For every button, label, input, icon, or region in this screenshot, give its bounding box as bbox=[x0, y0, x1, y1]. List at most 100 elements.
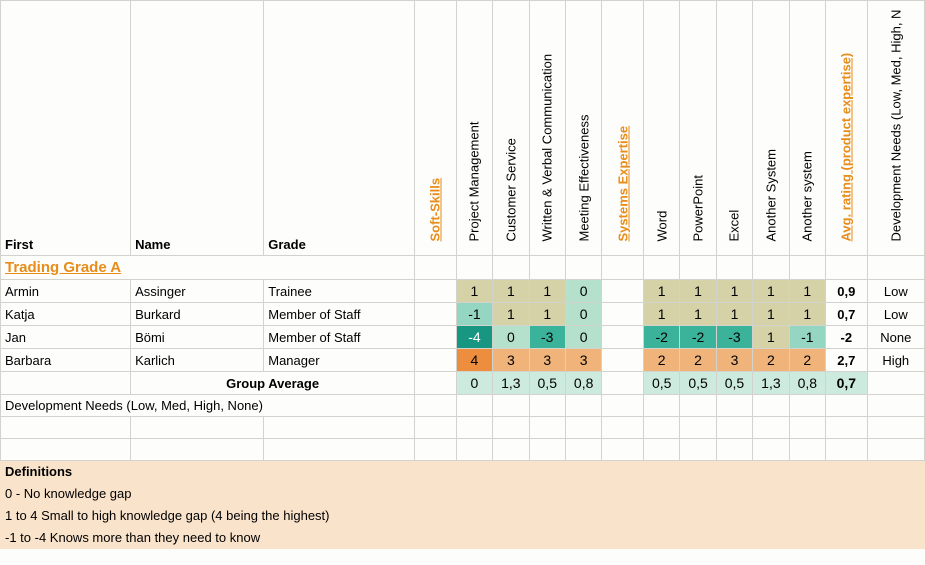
definitions-title-row: Definitions bbox=[1, 461, 925, 483]
cell-value[interactable]: 2 bbox=[680, 349, 716, 372]
cell-value[interactable]: 0 bbox=[493, 326, 529, 349]
cell-value[interactable]: -1 bbox=[456, 303, 492, 326]
cell-grade[interactable]: Manager bbox=[264, 349, 415, 372]
table-row: Barbara Karlich Manager 4 3 3 3 2 2 3 2 … bbox=[1, 349, 925, 372]
cell-name[interactable]: Assinger bbox=[131, 280, 264, 303]
cell-value[interactable]: 3 bbox=[565, 349, 601, 372]
cell-grade[interactable]: Trainee bbox=[264, 280, 415, 303]
cell-value[interactable]: 0 bbox=[565, 326, 601, 349]
col-customer-service: Customer Service bbox=[493, 1, 529, 256]
definitions-text: 1 to 4 Small to high knowledge gap (4 be… bbox=[1, 505, 602, 527]
col-powerpoint: PowerPoint bbox=[680, 1, 716, 256]
cell-value[interactable]: 1 bbox=[493, 303, 529, 326]
cell-avg-value[interactable]: 0,5 bbox=[680, 372, 716, 395]
col-word: Word bbox=[643, 1, 679, 256]
group-average-row: Group Average 0 1,3 0,5 0,8 0,5 0,5 0,5 … bbox=[1, 372, 925, 395]
cell-value[interactable]: 1 bbox=[643, 280, 679, 303]
cell-value[interactable]: 1 bbox=[753, 303, 789, 326]
definitions-text: 0 - No knowledge gap bbox=[1, 483, 457, 505]
empty-row bbox=[1, 439, 925, 461]
cell-avg-value[interactable]: 0,8 bbox=[789, 372, 825, 395]
cell-avg[interactable]: 2,7 bbox=[826, 349, 868, 372]
cell-avg[interactable]: 0,7 bbox=[826, 303, 868, 326]
cell-value[interactable]: -2 bbox=[643, 326, 679, 349]
definitions-line: 0 - No knowledge gap bbox=[1, 483, 925, 505]
cell-value[interactable]: 4 bbox=[456, 349, 492, 372]
col-another-system-1: Another System bbox=[753, 1, 789, 256]
cell-avg-total[interactable]: 0,7 bbox=[826, 372, 868, 395]
col-first: First bbox=[1, 1, 131, 256]
cell-value[interactable]: 1 bbox=[529, 280, 565, 303]
table-row: Jan Bömi Member of Staff -4 0 -3 0 -2 -2… bbox=[1, 326, 925, 349]
dev-needs-row: Development Needs (Low, Med, High, None) bbox=[1, 395, 925, 417]
cell-value[interactable]: 2 bbox=[643, 349, 679, 372]
header-row: First Name Grade Soft-Skills Project Man… bbox=[1, 1, 925, 256]
cell-avg-value[interactable]: 0,5 bbox=[716, 372, 752, 395]
cell-value[interactable]: 1 bbox=[680, 303, 716, 326]
col-written-verbal: Written & Verbal Communication bbox=[529, 1, 565, 256]
cell-value[interactable]: 1 bbox=[753, 280, 789, 303]
definitions-title: Definitions bbox=[1, 461, 415, 483]
cell-need[interactable]: None bbox=[867, 326, 924, 349]
cell-avg-value[interactable]: 0,5 bbox=[643, 372, 679, 395]
cell-avg[interactable]: 0,9 bbox=[826, 280, 868, 303]
cell-avg-value[interactable]: 0,8 bbox=[565, 372, 601, 395]
cell-name[interactable]: Karlich bbox=[131, 349, 264, 372]
col-soft-skills: Soft-Skills bbox=[415, 1, 457, 256]
group-average-label: Group Average bbox=[131, 372, 415, 395]
cell-value[interactable]: 1 bbox=[493, 280, 529, 303]
cell-value[interactable]: 3 bbox=[493, 349, 529, 372]
cell-value[interactable]: 0 bbox=[565, 303, 601, 326]
cell-value[interactable]: 1 bbox=[753, 326, 789, 349]
cell-need[interactable]: High bbox=[867, 349, 924, 372]
empty-row bbox=[1, 417, 925, 439]
cell-value[interactable]: 2 bbox=[789, 349, 825, 372]
cell-value[interactable]: 2 bbox=[753, 349, 789, 372]
col-dev-needs: Development Needs (Low, Med, High, N bbox=[867, 1, 924, 256]
col-name: Name bbox=[131, 1, 264, 256]
cell-value[interactable]: -4 bbox=[456, 326, 492, 349]
cell-value[interactable]: 1 bbox=[529, 303, 565, 326]
cell-value[interactable]: -3 bbox=[716, 326, 752, 349]
cell-first[interactable]: Barbara bbox=[1, 349, 131, 372]
cell-need[interactable]: Low bbox=[867, 303, 924, 326]
cell-value[interactable]: -3 bbox=[529, 326, 565, 349]
cell-value[interactable]: 1 bbox=[789, 280, 825, 303]
cell-grade[interactable]: Member of Staff bbox=[264, 303, 415, 326]
cell-avg-value[interactable]: 1,3 bbox=[493, 372, 529, 395]
col-excel: Excel bbox=[716, 1, 752, 256]
cell-value[interactable]: -1 bbox=[789, 326, 825, 349]
definitions-line: 1 to 4 Small to high knowledge gap (4 be… bbox=[1, 505, 925, 527]
cell-value[interactable]: 1 bbox=[716, 303, 752, 326]
cell-avg-value[interactable]: 0,5 bbox=[529, 372, 565, 395]
cell-value[interactable]: 0 bbox=[565, 280, 601, 303]
cell-first[interactable]: Jan bbox=[1, 326, 131, 349]
cell-first[interactable]: Armin bbox=[1, 280, 131, 303]
cell-need[interactable]: Low bbox=[867, 280, 924, 303]
definitions-line: -1 to -4 Knows more than they need to kn… bbox=[1, 527, 925, 549]
cell-avg-value[interactable]: 0 bbox=[456, 372, 492, 395]
cell-avg[interactable]: -2 bbox=[826, 326, 868, 349]
cell-value[interactable]: 1 bbox=[789, 303, 825, 326]
cell-value[interactable]: -2 bbox=[680, 326, 716, 349]
cell-grade[interactable]: Member of Staff bbox=[264, 326, 415, 349]
cell-value[interactable]: 1 bbox=[680, 280, 716, 303]
cell-value[interactable]: 3 bbox=[529, 349, 565, 372]
cell-name[interactable]: Burkard bbox=[131, 303, 264, 326]
definitions-text: -1 to -4 Knows more than they need to kn… bbox=[1, 527, 530, 549]
cell-avg-value[interactable]: 1,3 bbox=[753, 372, 789, 395]
col-another-system-2: Another system bbox=[789, 1, 825, 256]
skill-matrix-table: First Name Grade Soft-Skills Project Man… bbox=[0, 0, 925, 549]
group-title: Trading Grade A bbox=[1, 256, 415, 280]
cell-value[interactable]: 1 bbox=[643, 303, 679, 326]
col-systems-expertise: Systems Expertise bbox=[602, 1, 644, 256]
table-row: Katja Burkard Member of Staff -1 1 1 0 1… bbox=[1, 303, 925, 326]
cell-value[interactable]: 1 bbox=[456, 280, 492, 303]
cell-first[interactable]: Katja bbox=[1, 303, 131, 326]
col-avg-rating: Avg. rating (product expertise) bbox=[826, 1, 868, 256]
dev-needs-label: Development Needs (Low, Med, High, None) bbox=[1, 395, 415, 417]
cell-name[interactable]: Bömi bbox=[131, 326, 264, 349]
cell-value[interactable]: 3 bbox=[716, 349, 752, 372]
group-title-row: Trading Grade A bbox=[1, 256, 925, 280]
cell-value[interactable]: 1 bbox=[716, 280, 752, 303]
